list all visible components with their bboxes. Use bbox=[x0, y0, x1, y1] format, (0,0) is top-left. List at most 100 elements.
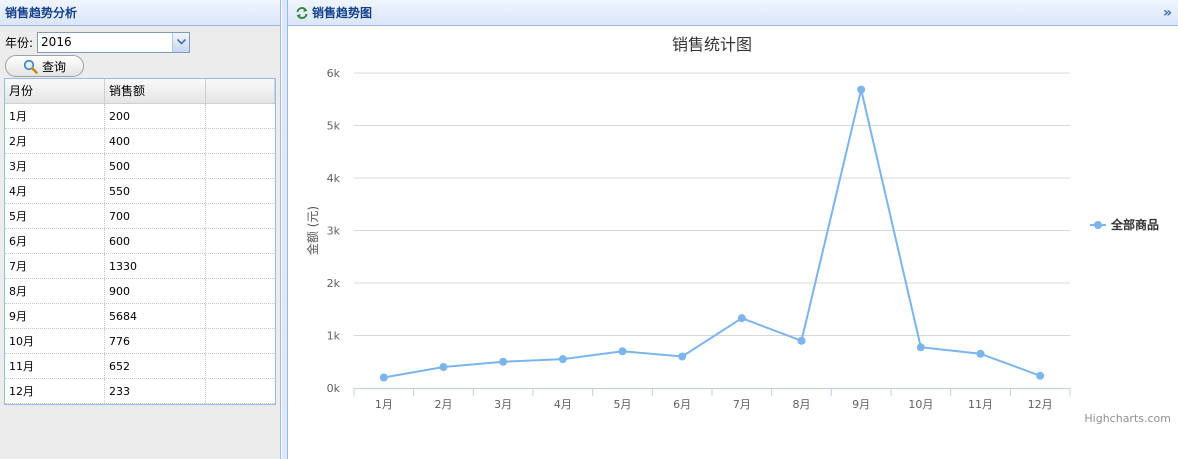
table-row[interactable]: 4月 550 bbox=[5, 179, 275, 204]
x-tick-label: 3月 bbox=[494, 398, 512, 411]
collapse-icon[interactable]: » bbox=[1163, 0, 1172, 26]
table-row[interactable]: 2月 400 bbox=[5, 129, 275, 154]
sales-cell: 776 bbox=[105, 329, 206, 353]
y-tick-label: 3k bbox=[327, 225, 341, 238]
data-point[interactable] bbox=[439, 363, 448, 371]
table-row[interactable]: 8月 900 bbox=[5, 279, 275, 304]
table-row[interactable]: 3月 500 bbox=[5, 154, 275, 179]
column-header-empty bbox=[206, 79, 275, 103]
sales-cell: 233 bbox=[105, 379, 206, 403]
empty-cell bbox=[206, 179, 275, 203]
x-tick-label: 7月 bbox=[733, 398, 751, 411]
table-row[interactable]: 6月 600 bbox=[5, 229, 275, 254]
month-cell: 7月 bbox=[5, 254, 105, 278]
empty-cell bbox=[206, 379, 275, 403]
year-select-value: 2016 bbox=[41, 34, 72, 49]
sales-line-chart: 销售统计图 0k 1k 2k 3k 4k 5k 6k 金额 (元) 1月 2月 3月 4月 5月 6月 7月 8… bbox=[305, 35, 1171, 425]
data-point[interactable] bbox=[797, 336, 806, 345]
sales-cell: 700 bbox=[105, 204, 206, 228]
table-row[interactable]: 10月 776 bbox=[5, 329, 275, 354]
table-row[interactable]: 9月 5684 bbox=[5, 304, 275, 329]
data-point[interactable] bbox=[618, 347, 627, 356]
sales-cell: 600 bbox=[105, 229, 206, 253]
sales-cell: 200 bbox=[105, 104, 206, 128]
empty-cell bbox=[206, 354, 275, 378]
month-cell: 5月 bbox=[5, 204, 105, 228]
legend-symbol-marker[interactable] bbox=[1094, 221, 1102, 229]
x-tick-label: 8月 bbox=[793, 398, 811, 411]
column-header-sales[interactable]: 销售额 bbox=[105, 79, 206, 103]
sales-cell: 400 bbox=[105, 129, 206, 153]
month-cell: 6月 bbox=[5, 229, 105, 253]
data-point[interactable] bbox=[976, 349, 985, 358]
x-tick-label: 11月 bbox=[968, 398, 993, 411]
month-cell: 10月 bbox=[5, 329, 105, 353]
column-header-month[interactable]: 月份 bbox=[5, 79, 105, 103]
table-row[interactable]: 7月 1330 bbox=[5, 254, 275, 279]
empty-cell bbox=[206, 254, 275, 278]
empty-cell bbox=[206, 204, 275, 228]
x-tick-label: 10月 bbox=[908, 398, 933, 411]
data-point[interactable] bbox=[558, 355, 567, 364]
table-row[interactable]: 12月 233 bbox=[5, 379, 275, 404]
empty-cell bbox=[206, 329, 275, 353]
empty-cell bbox=[206, 304, 275, 328]
data-point[interactable] bbox=[857, 85, 866, 94]
grid-header: 月份 销售额 bbox=[5, 79, 275, 104]
data-point[interactable] bbox=[499, 357, 508, 366]
table-row[interactable]: 1月 200 bbox=[5, 104, 275, 129]
y-tick-label: 4k bbox=[327, 172, 341, 185]
right-panel: 销售趋势图 » 销售统计图 0k 1k 2k 3k 4k 5k 6k 金额 (元) 1月 2月 3月 4… bbox=[287, 0, 1178, 459]
y-tick-label: 6k bbox=[327, 67, 341, 80]
series-line bbox=[383, 88, 1041, 379]
data-point[interactable] bbox=[737, 314, 746, 323]
empty-cell bbox=[206, 104, 275, 128]
x-tick-label: 6月 bbox=[673, 398, 691, 411]
grid-body: 1月 200 2月 400 3月 500 4月 550 5月 700 6月 600 7月 1330 8月 90… bbox=[5, 104, 275, 404]
chart-title: 销售统计图 bbox=[672, 35, 752, 54]
query-button-label: 查询 bbox=[41, 59, 66, 74]
data-point[interactable] bbox=[916, 343, 925, 352]
right-panel-header: 销售趋势图 bbox=[288, 0, 1178, 26]
credits-link[interactable]: Highcharts.com bbox=[1084, 412, 1171, 425]
table-row[interactable]: 5月 700 bbox=[5, 204, 275, 229]
x-tick-label: 9月 bbox=[852, 398, 870, 411]
empty-cell bbox=[206, 279, 275, 303]
month-cell: 9月 bbox=[5, 304, 105, 328]
month-cell: 11月 bbox=[5, 354, 105, 378]
refresh-icon bbox=[296, 6, 308, 19]
x-tick-label: 12月 bbox=[1028, 398, 1053, 411]
left-panel: 销售趋势分析 年份: 2016 查询 月份 销售额 1月 200 2月 400 3月 50… bbox=[0, 0, 281, 459]
year-select[interactable]: 2016 bbox=[37, 31, 191, 53]
query-button[interactable]: 查询 bbox=[5, 55, 84, 77]
sales-cell: 5684 bbox=[105, 304, 206, 328]
x-tick-label: 4月 bbox=[554, 398, 572, 411]
x-tick-label: 1月 bbox=[375, 398, 393, 411]
sales-cell: 550 bbox=[105, 179, 206, 203]
empty-cell bbox=[206, 154, 275, 178]
year-filter: 年份: 2016 bbox=[5, 31, 191, 53]
y-tick-label: 2k bbox=[327, 277, 341, 290]
month-cell: 12月 bbox=[5, 379, 105, 403]
sales-cell: 652 bbox=[105, 354, 206, 378]
month-cell: 1月 bbox=[5, 104, 105, 128]
x-tick-label: 2月 bbox=[435, 398, 453, 411]
y-tick-label: 5k bbox=[327, 120, 341, 133]
month-cell: 8月 bbox=[5, 279, 105, 303]
sales-cell: 500 bbox=[105, 154, 206, 178]
empty-cell bbox=[206, 229, 275, 253]
data-point[interactable] bbox=[678, 352, 687, 361]
data-point[interactable] bbox=[379, 373, 388, 382]
y-axis-title: 金额 (元) bbox=[305, 206, 320, 255]
sales-cell: 1330 bbox=[105, 254, 206, 278]
chevron-down-icon[interactable] bbox=[172, 32, 190, 52]
data-point[interactable] bbox=[1036, 371, 1045, 380]
right-panel-title: 销售趋势图 bbox=[312, 5, 373, 20]
empty-cell bbox=[206, 129, 275, 153]
sales-grid: 月份 销售额 1月 200 2月 400 3月 500 4月 550 5月 700 6月 600 7月 1… bbox=[4, 78, 276, 405]
legend-item-label[interactable]: 全部商品 bbox=[1110, 217, 1159, 232]
y-tick-label: 0k bbox=[327, 382, 341, 395]
month-cell: 2月 bbox=[5, 129, 105, 153]
table-row[interactable]: 11月 652 bbox=[5, 354, 275, 379]
year-label: 年份: bbox=[5, 35, 34, 50]
